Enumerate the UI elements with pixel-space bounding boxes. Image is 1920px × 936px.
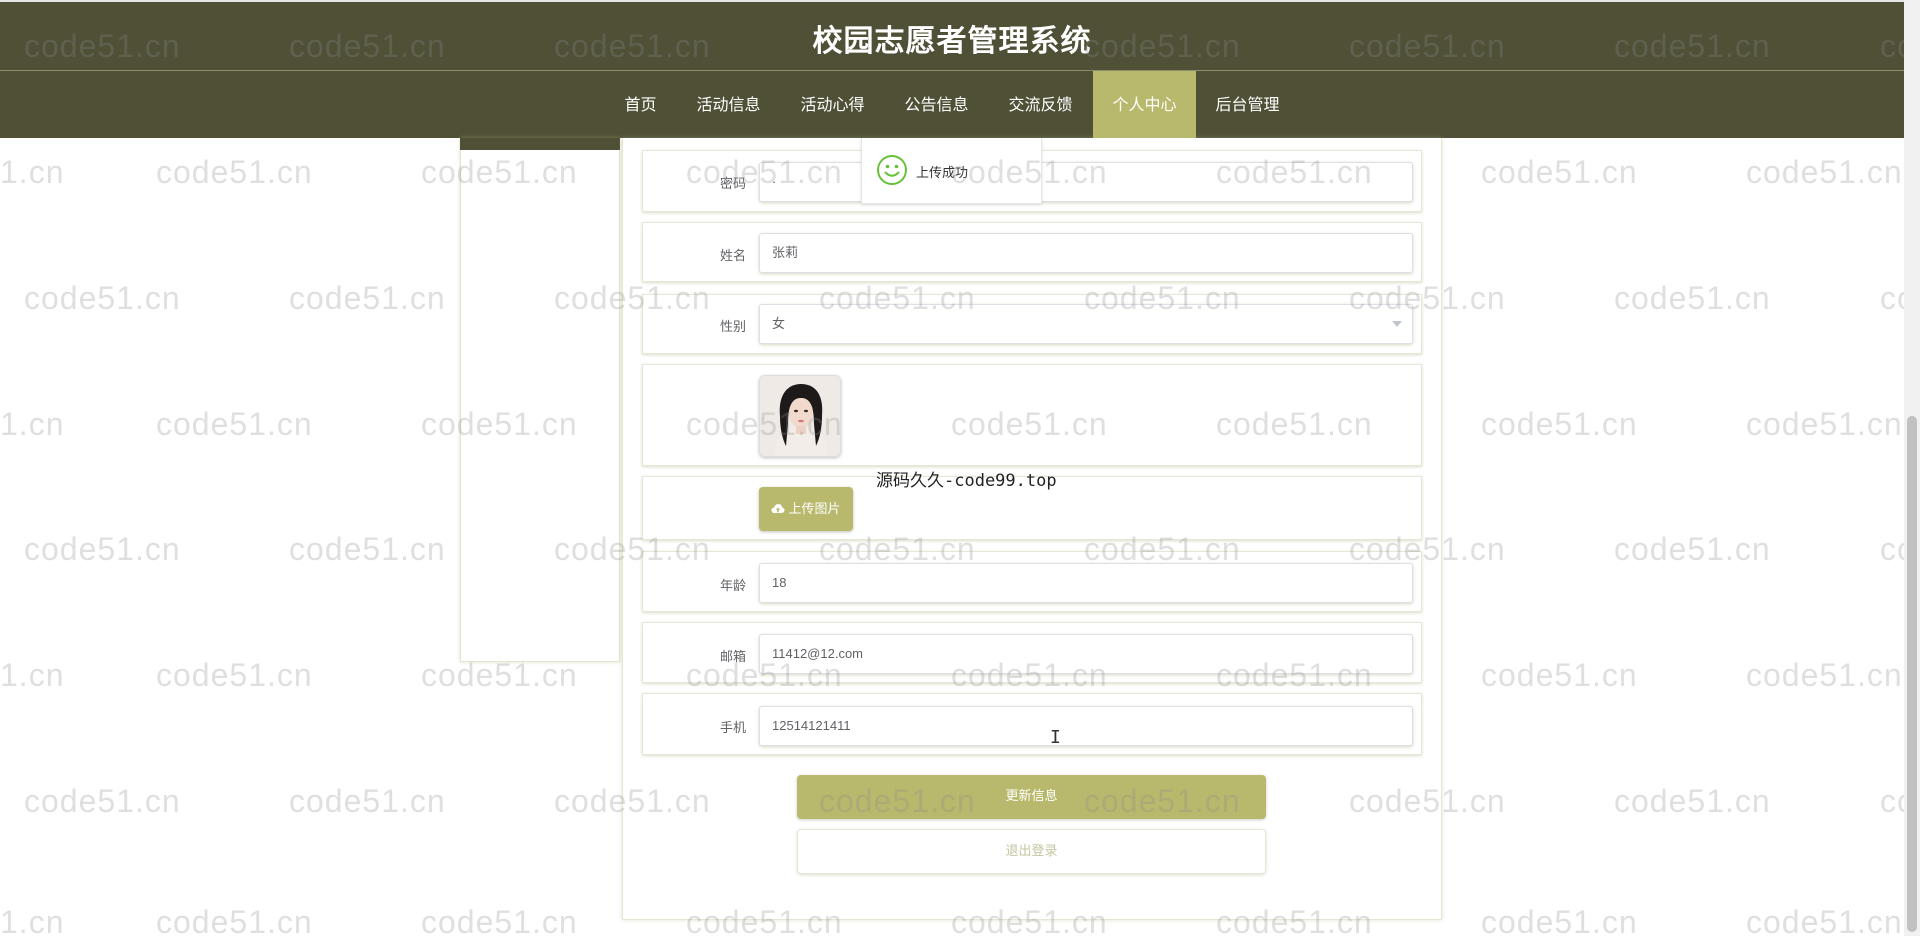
watermark: code51.cn [1746, 406, 1903, 442]
upload-success-toast: 上传成功 [861, 138, 1042, 204]
nav-item-profile[interactable]: 个人中心 [1092, 71, 1196, 139]
watermark: code51.cn [156, 657, 313, 693]
text-cursor-icon: I [1050, 727, 1061, 748]
upload-image-button[interactable]: 上传图片 [759, 487, 853, 531]
name-row: 姓名 张莉 [642, 222, 1422, 282]
side-panel-header-strip [460, 138, 620, 150]
nav-item-feedback[interactable]: 交流反馈 [989, 71, 1093, 139]
nav-item-home[interactable]: 首页 [604, 71, 676, 139]
profile-side-panel [460, 138, 620, 662]
gender-label: 性别 [719, 320, 746, 335]
age-field[interactable]: 18 [759, 563, 1413, 603]
gender-row: 性别 女 [642, 294, 1422, 354]
age-row: 年龄 18 [642, 551, 1422, 612]
watermark: code51.cn [1481, 154, 1638, 190]
name-label: 姓名 [719, 249, 746, 264]
scrollbar-thumb[interactable] [1907, 416, 1917, 932]
page-root: 校园志愿者管理系统 首页 活动信息 活动心得 公告信息 交流反馈 个人中心 后台… [0, 0, 1920, 936]
watermark: code51.cn [1746, 904, 1903, 936]
avatar-portrait-image [760, 376, 840, 456]
update-info-button[interactable]: 更新信息 [797, 775, 1266, 819]
watermark: code51.cn [289, 280, 446, 316]
nav-item-experiences[interactable]: 活动心得 [780, 71, 884, 139]
watermark-partial: 1.cn [0, 154, 65, 190]
watermark: code51.cn [1746, 154, 1903, 190]
watermark: code51.cn [1481, 406, 1638, 442]
gender-select[interactable]: 女 [759, 304, 1413, 344]
gender-select-value: 女 [772, 316, 786, 331]
cloud-upload-icon [771, 504, 785, 513]
watermark: code51.cn [1481, 904, 1638, 936]
site-header: 校园志愿者管理系统 [0, 0, 1904, 70]
watermark: code51.cn [289, 531, 446, 567]
email-label: 邮箱 [719, 650, 746, 665]
upload-image-label: 上传图片 [788, 501, 841, 516]
phone-field[interactable]: 12514121411 [759, 706, 1413, 746]
watermark: code51.cn [421, 904, 578, 936]
chevron-down-icon [1392, 321, 1402, 327]
avatar [759, 375, 841, 457]
nav-item-notices[interactable]: 公告信息 [885, 71, 989, 139]
watermark: code51.cn [24, 783, 181, 819]
watermark: code51.cn [1614, 280, 1771, 316]
nav-items: 首页 活动信息 活动心得 公告信息 交流反馈 个人中心 后台管理 [0, 71, 1904, 139]
password-field[interactable]: · [759, 162, 1413, 202]
main-nav: 首页 活动信息 活动心得 公告信息 交流反馈 个人中心 后台管理 [0, 70, 1904, 139]
watermark: code51.cn [156, 154, 313, 190]
watermark-partial: 1.cn [0, 406, 65, 442]
phone-row: 手机 12514121411 [642, 693, 1422, 755]
watermark: code51.cn [24, 531, 181, 567]
watermark: code51.cn [156, 904, 313, 936]
email-row: 邮箱 11412@12.com [642, 622, 1422, 683]
watermark: code51.cn [24, 280, 181, 316]
watermark-partial: 1.cn [0, 657, 65, 693]
avatar-row [642, 364, 1422, 466]
email-field[interactable]: 11412@12.com [759, 634, 1413, 674]
toast-message: 上传成功 [916, 166, 969, 181]
watermark: code51.cn [1481, 657, 1638, 693]
watermark: code51.cn [1614, 531, 1771, 567]
phone-label: 手机 [719, 721, 746, 736]
site-title: 校园志愿者管理系统 [812, 24, 1092, 59]
password-label: 密码 [719, 177, 746, 192]
watermark: code51.cn [1614, 783, 1771, 819]
watermark: code51.cn [156, 406, 313, 442]
nav-item-admin[interactable]: 后台管理 [1196, 71, 1300, 139]
smile-icon [877, 155, 907, 185]
age-label: 年龄 [719, 579, 746, 594]
watermark: code51.cn [421, 657, 578, 693]
watermark: code51.cn [1746, 657, 1903, 693]
watermark: code51.cn [289, 783, 446, 819]
nav-item-activities[interactable]: 活动信息 [676, 71, 780, 139]
watermark-partial: 1.cn [0, 904, 65, 936]
logout-button[interactable]: 退出登录 [797, 829, 1266, 874]
name-field[interactable]: 张莉 [759, 233, 1413, 273]
source-caption: 源码久久-code99.top [876, 471, 1057, 491]
